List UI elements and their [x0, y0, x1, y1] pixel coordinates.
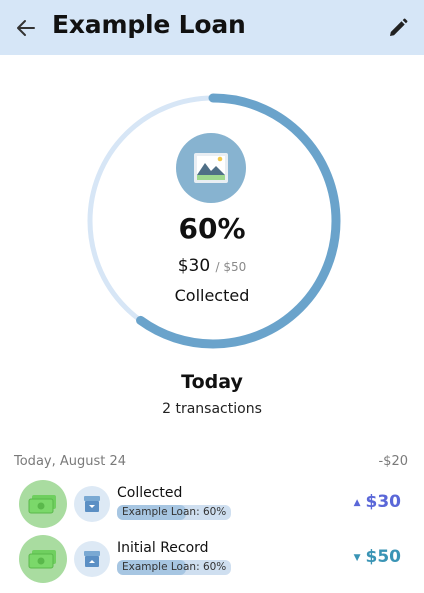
transaction-amount: ▼ $50 — [354, 547, 401, 567]
progress-percent: 60% — [178, 212, 246, 245]
app-header: Example Loan — [0, 0, 424, 55]
collected-amount: $30 — [177, 256, 211, 276]
group-total: -$20 — [378, 454, 408, 469]
archive-out-icon — [74, 541, 110, 577]
cash-icon — [19, 480, 67, 528]
caret-down-icon: ▼ — [353, 553, 361, 563]
loan-tag-label: Example Loan: 60% — [122, 561, 227, 573]
back-button[interactable] — [12, 14, 40, 42]
total-amount: / $50 — [215, 260, 247, 274]
transaction-count: 2 transactions — [162, 401, 262, 417]
cash-icon — [19, 535, 67, 583]
page-title: Example Loan — [52, 10, 246, 39]
status-label: Collected — [174, 286, 250, 305]
collected-amounts: $30 / $50 — [0, 256, 424, 276]
loan-image[interactable] — [176, 133, 246, 203]
section-title: Today — [181, 371, 243, 393]
transaction-amount: ▲ $30 — [354, 492, 401, 512]
archive-in-icon — [74, 486, 110, 522]
loan-tag: Example Loan: 60% — [117, 505, 232, 520]
loan-tag-label: Example Loan: 60% — [122, 506, 227, 518]
pencil-icon — [390, 18, 408, 36]
caret-up-icon: ▲ — [353, 498, 361, 508]
arrow-left-icon — [17, 20, 35, 36]
date-group-header: Today, August 24 -$20 — [14, 454, 408, 472]
edit-button[interactable] — [384, 14, 412, 42]
transaction-title: Collected — [117, 485, 183, 501]
transaction-row[interactable]: Initial Record Example Loan: 60% ▼ $50 — [0, 535, 424, 583]
image-placeholder-icon — [194, 153, 228, 183]
loan-tag: Example Loan: 60% — [117, 560, 232, 575]
group-date: Today, August 24 — [14, 454, 127, 469]
transaction-title: Initial Record — [117, 540, 209, 556]
amount-value: $50 — [365, 547, 402, 567]
amount-value: $30 — [365, 492, 402, 512]
transaction-row[interactable]: Collected Example Loan: 60% ▲ $30 — [0, 480, 424, 528]
